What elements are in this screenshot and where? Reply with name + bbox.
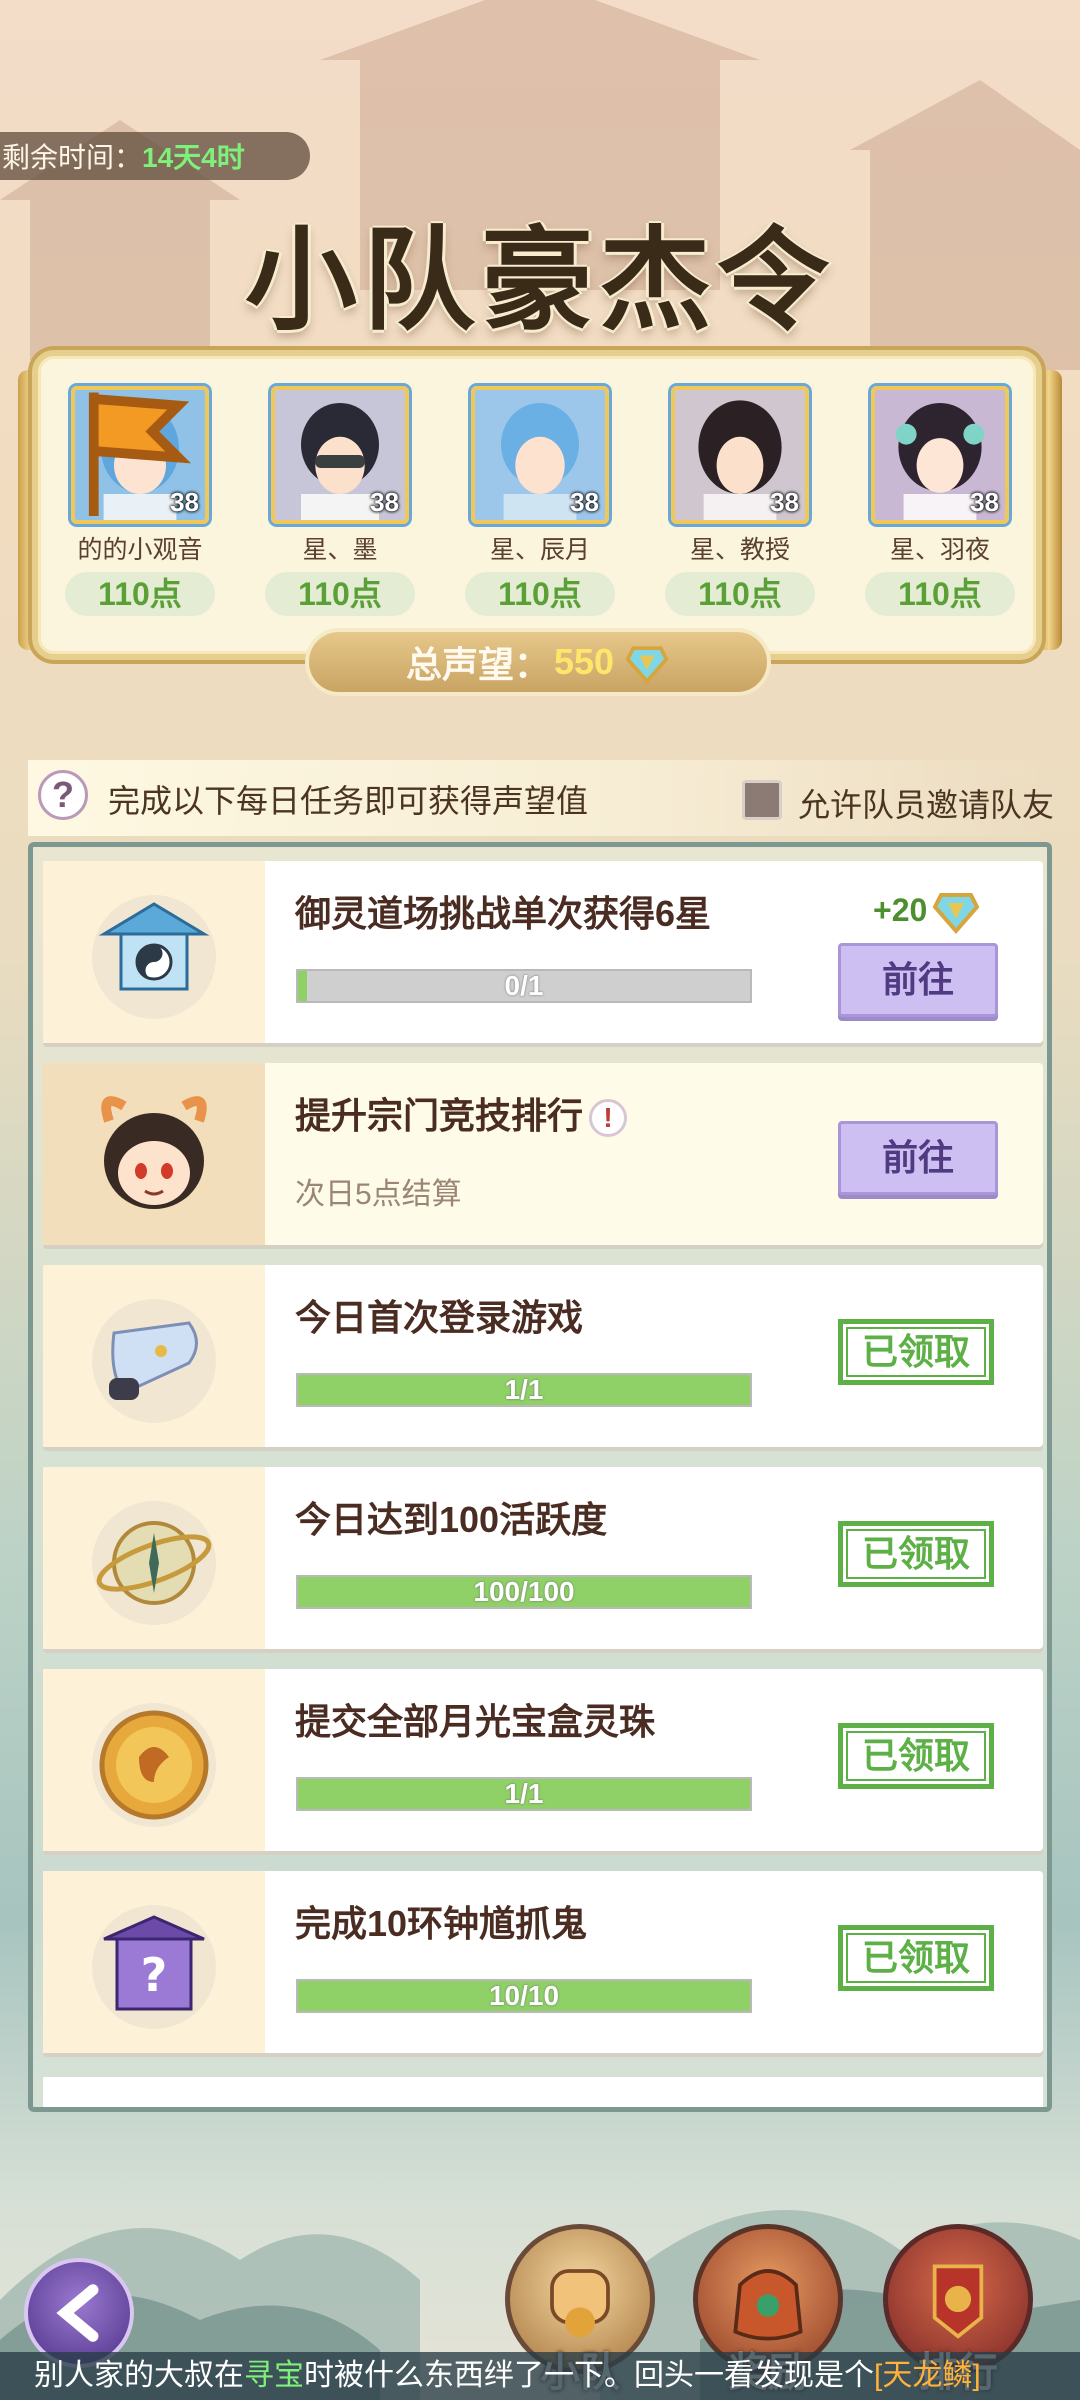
task-progress-bar: 1/1 — [296, 1777, 752, 1811]
help-icon[interactable]: ? — [38, 770, 88, 820]
member-level: 38 — [370, 487, 399, 517]
task-reward: +20 — [873, 885, 981, 935]
total-reputation: 总声望： 550 — [305, 628, 771, 696]
task-name: 御灵道场挑战单次获得6星 — [295, 893, 712, 934]
claimed-stamp: 已领取 — [838, 1319, 994, 1385]
task-row: 今日首次登录游戏 1/1 已领取 — [43, 1265, 1043, 1447]
member-points: 110点 — [65, 572, 215, 616]
team-member[interactable]: 38 星、羽夜 110点 — [855, 386, 1025, 616]
member-avatar[interactable]: 38 — [871, 386, 1009, 524]
task-icon-cell — [43, 1063, 265, 1245]
remaining-time-label: 剩余时间： — [2, 142, 143, 173]
claimed-stamp: 已领取 — [838, 1521, 994, 1587]
claimed-stamp: 已领取 — [838, 1723, 994, 1789]
task-row: ? 完成10环钟馗抓鬼 10/10 已领取 — [43, 1871, 1043, 2053]
reputation-gem-icon — [625, 646, 669, 685]
allow-invite-checkbox[interactable] — [742, 780, 782, 820]
page-title: 小队豪杰令 — [245, 215, 835, 346]
member-points: 110点 — [265, 572, 415, 616]
task-progress-text: 10/10 — [488, 1980, 560, 2011]
task-progress-bar: 0/1 — [296, 969, 752, 1003]
member-points: 110点 — [865, 572, 1015, 616]
go-button[interactable]: 前往 — [838, 943, 998, 1017]
compass-icon — [92, 1501, 216, 1625]
go-button[interactable]: 前往 — [838, 1121, 998, 1195]
svg-text:?: ? — [141, 1948, 168, 2002]
scroll-icon — [92, 1299, 216, 1423]
task-name: 今日首次登录游戏 — [295, 1297, 584, 1338]
pavilion-icon — [92, 895, 216, 1019]
task-icon-cell — [43, 1669, 265, 1851]
member-points: 110点 — [465, 572, 615, 616]
task-name-text: 提升宗门竞技排行 — [295, 1095, 584, 1136]
member-name: 星、辰月 — [489, 536, 590, 564]
member-avatar[interactable]: 38 — [471, 386, 609, 524]
team-member[interactable]: 38 星、辰月 110点 — [455, 386, 625, 616]
team-members-list: 38 的的小观音 110点 38 星、墨 110点 38 星、辰月 110点 3… — [55, 386, 1025, 616]
member-avatar[interactable]: 38 — [271, 386, 409, 524]
task-progress-text: 1/1 — [504, 1778, 544, 1809]
world-broadcast-ticker: 别人家的大叔在寻宝时被什么东西绊了一下。回头一看发现是个[天龙鳞] — [0, 2352, 1080, 2400]
member-name: 星、墨 — [302, 536, 378, 564]
task-progress-text: 0/1 — [504, 970, 544, 1001]
member-name: 的的小观音 — [77, 536, 203, 564]
member-level: 38 — [970, 487, 999, 517]
task-progress-bar: 100/100 — [296, 1575, 752, 1609]
remaining-time-value: 14天4时 — [142, 142, 245, 173]
task-row: 提升宗门竞技排行! 次日5点结算 前往 — [43, 1063, 1043, 1245]
member-name: 星、教授 — [689, 536, 790, 564]
member-name: 星、羽夜 — [889, 536, 990, 564]
task-progress-text: 100/100 — [473, 1576, 575, 1607]
member-level: 38 — [770, 487, 799, 517]
task-name: 今日达到100活跃度 — [295, 1499, 608, 1540]
task-icon-cell — [43, 1467, 265, 1649]
total-reputation-value: 550 — [553, 641, 615, 682]
team-member[interactable]: 38 星、墨 110点 — [255, 386, 425, 616]
task-settlement-note: 次日5点结算 — [295, 1178, 462, 1211]
team-member[interactable]: 38 的的小观音 110点 — [55, 386, 225, 616]
task-name: 完成10环钟馗抓鬼 — [295, 1903, 588, 1944]
back-arrow-icon — [56, 2284, 99, 2342]
team-member[interactable]: 38 星、教授 110点 — [655, 386, 825, 616]
task-name: 提交全部月光宝盒灵珠 — [295, 1701, 656, 1742]
task-icon-cell — [43, 1265, 265, 1447]
allow-invite-label[interactable]: 允许队员邀请队友 — [798, 780, 1054, 826]
task-reward-value: +20 — [873, 891, 928, 928]
ticker-highlight: [天龙鳞] — [874, 2359, 981, 2392]
ticker-highlight: 寻宝 — [244, 2359, 304, 2392]
task-icon-cell — [43, 861, 265, 1043]
task-progress-bar: 10/10 — [296, 1979, 752, 2013]
task-row: 今日达到100活跃度 100/100 已领取 — [43, 1467, 1043, 1649]
task-info-text: 完成以下每日任务即可获得声望值 — [108, 783, 589, 819]
task-icon-cell: ? — [43, 1871, 265, 2053]
reputation-gem-icon — [932, 893, 980, 935]
task-progress-bar: 1/1 — [296, 1373, 752, 1407]
task-name: 提升宗门竞技排行! — [295, 1087, 628, 1139]
claimed-stamp: 已领取 — [838, 1925, 994, 1991]
total-reputation-label: 总声望： — [405, 644, 550, 685]
remaining-time: 剩余时间： 14天4时 — [0, 132, 310, 180]
task-row-partial — [43, 2077, 1043, 2107]
task-row: 提交全部月光宝盒灵珠 1/1 已领取 — [43, 1669, 1043, 1851]
mystery-box-icon: ? — [92, 1905, 216, 2029]
coin-icon — [92, 1703, 216, 1827]
alert-icon[interactable]: ! — [589, 1099, 628, 1138]
member-avatar[interactable]: 38 — [671, 386, 809, 524]
member-avatar[interactable]: 38 — [71, 386, 209, 524]
task-row: 御灵道场挑战单次获得6星 0/1 +20 前往 — [43, 861, 1043, 1043]
member-level: 38 — [170, 487, 199, 517]
member-points: 110点 — [665, 572, 815, 616]
task-list[interactable]: 御灵道场挑战单次获得6星 0/1 +20 前往 提升宗门竞技排行 ! 次日5点结… — [28, 842, 1052, 2112]
demon-avatar-icon — [101, 1096, 207, 1209]
member-level: 38 — [570, 487, 599, 517]
ticker-text: 别人家的大叔在 — [34, 2359, 244, 2392]
task-progress-text: 1/1 — [504, 1374, 544, 1405]
ticker-text: 时被什么东西绊了一下。回头一看发现是个 — [304, 2359, 874, 2392]
